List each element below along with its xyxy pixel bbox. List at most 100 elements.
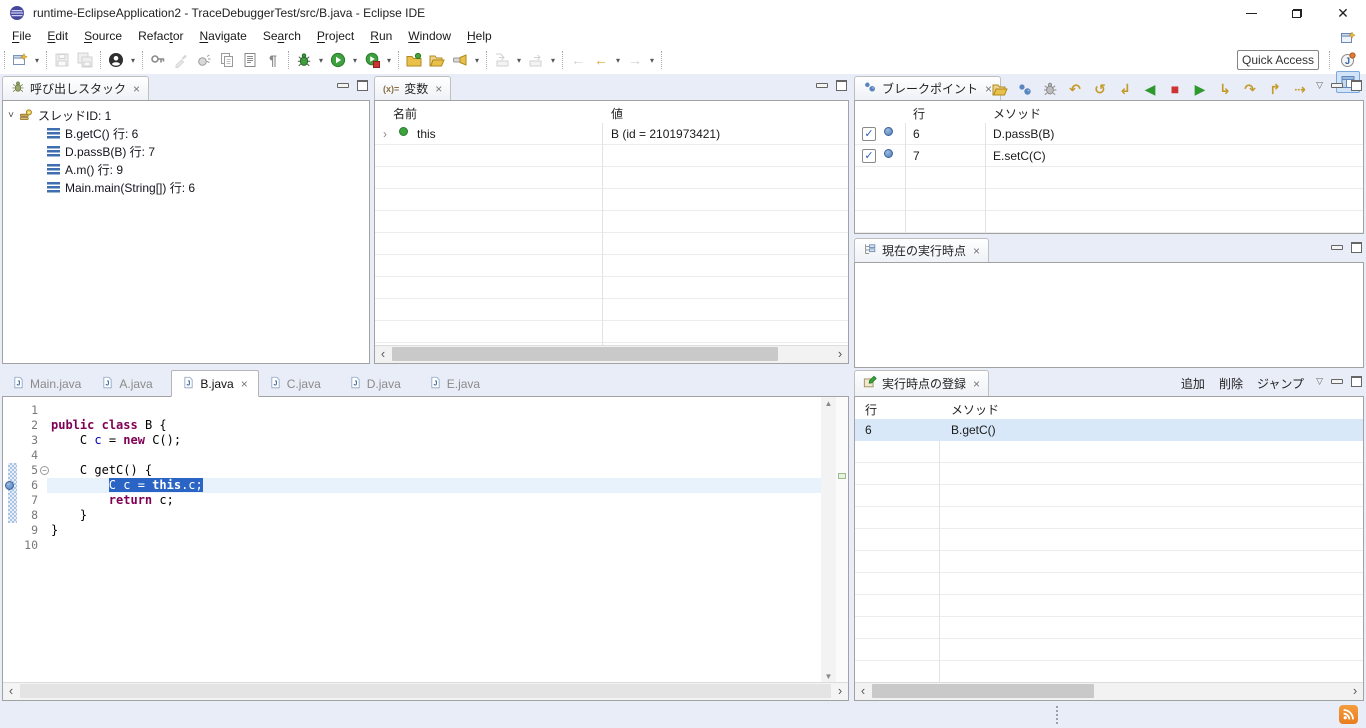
column-line[interactable]: 行	[865, 401, 877, 418]
column-method[interactable]: メソッド	[951, 401, 999, 418]
brush-icon[interactable]	[170, 49, 192, 71]
dropdown-icon[interactable]: ▾	[548, 49, 558, 71]
view-menu-icon[interactable]: ▽	[1316, 81, 1323, 90]
exec-point-row[interactable]: 6B.getC()	[855, 419, 1363, 441]
close-button[interactable]: ✕	[1320, 0, 1366, 26]
breakpoint-checkbox[interactable]: ✓	[862, 149, 876, 163]
step-return-icon[interactable]: ↱	[1265, 78, 1285, 100]
tree-expander-icon[interactable]: ›	[383, 127, 387, 141]
debug-icon[interactable]	[293, 49, 315, 71]
scroll-left-icon[interactable]: ‹	[3, 683, 19, 699]
open-perspective-icon[interactable]	[1336, 27, 1360, 49]
close-icon[interactable]: ×	[973, 244, 980, 258]
scroll-right-icon[interactable]: ›	[832, 346, 848, 362]
dropdown-icon[interactable]: ▾	[32, 49, 42, 71]
breakpoints-tab[interactable]: ブレークポイント ×	[854, 76, 1001, 100]
breakpoint-dot-icon[interactable]	[5, 481, 14, 490]
fold-collapse-icon[interactable]: −	[40, 466, 49, 475]
chevron-down-icon[interactable]: ˅	[3, 110, 19, 121]
scrollbar-thumb[interactable]	[872, 684, 1094, 698]
stack-frame[interactable]: B.getC() 行: 6	[3, 124, 369, 142]
jump-button[interactable]: ジャンプ	[1257, 375, 1304, 392]
maximize-view-icon[interactable]	[1351, 242, 1362, 253]
step-over-icon[interactable]: ↷	[1240, 78, 1260, 100]
overview-ruler[interactable]	[836, 397, 848, 683]
minimize-view-icon[interactable]	[1331, 83, 1343, 88]
editor-tab-main.java[interactable]: JMain.java	[2, 371, 91, 396]
key-icon[interactable]	[147, 49, 169, 71]
editor-tab-a.java[interactable]: JA.java	[91, 371, 171, 396]
maximize-view-icon[interactable]	[1351, 80, 1362, 91]
scroll-down-icon[interactable]: ▼	[821, 672, 836, 681]
scrollbar-thumb[interactable]	[392, 347, 778, 361]
step-back-into-icon[interactable]: ↶	[1065, 78, 1085, 100]
menu-item-help[interactable]: Help	[459, 27, 500, 45]
scroll-left-icon[interactable]: ‹	[855, 683, 871, 699]
minimize-button[interactable]	[1228, 0, 1274, 26]
report-icon[interactable]	[239, 49, 261, 71]
quick-access-box[interactable]: Quick Access	[1237, 50, 1319, 70]
back-gray-icon[interactable]: ←	[567, 49, 589, 71]
scroll-right-icon[interactable]: ›	[1347, 683, 1363, 699]
editor-tab-d.java[interactable]: JD.java	[339, 371, 419, 396]
dropdown-icon[interactable]: ▾	[613, 49, 623, 71]
column-line[interactable]: 行	[913, 105, 925, 122]
table-row[interactable]: ›thisB (id = 2101973421)	[375, 123, 848, 145]
stack-frame[interactable]: Main.main(String[]) 行: 6	[3, 178, 369, 196]
menu-item-run[interactable]: Run	[362, 27, 400, 45]
link-dots-icon[interactable]	[1015, 78, 1035, 100]
scroll-up-icon[interactable]: ▲	[821, 399, 836, 408]
column-value[interactable]: 値	[611, 105, 623, 122]
dropdown-icon[interactable]: ▾	[384, 49, 394, 71]
dropdown-icon[interactable]: ▾	[350, 49, 360, 71]
rss-icon[interactable]	[1339, 705, 1358, 724]
step-back-over-icon[interactable]: ↺	[1090, 78, 1110, 100]
step-back-return-icon[interactable]: ↲	[1115, 78, 1135, 100]
variables-hscrollbar[interactable]: ‹ ›	[375, 345, 848, 363]
close-icon[interactable]: ×	[241, 377, 248, 391]
close-icon[interactable]: ×	[973, 377, 980, 391]
menu-item-edit[interactable]: Edit	[39, 27, 76, 45]
open-folder-icon[interactable]	[990, 78, 1010, 100]
open-folder-icon[interactable]	[426, 49, 448, 71]
dropdown-icon[interactable]: ▾	[514, 49, 524, 71]
breakpoint-row[interactable]: ✓7E.setC(C)	[855, 145, 1363, 167]
step-into-icon[interactable]: ↳	[1215, 78, 1235, 100]
current-exec-tab[interactable]: 現在の実行時点 ×	[854, 238, 989, 262]
editor-tab-e.java[interactable]: JE.java	[419, 371, 499, 396]
scroll-left-icon[interactable]: ‹	[375, 346, 391, 362]
stack-frame[interactable]: A.m() 行: 9	[3, 160, 369, 178]
add-button[interactable]: 追加	[1181, 375, 1205, 392]
editor-tab-c.java[interactable]: JC.java	[259, 371, 339, 396]
exec-points-hscrollbar[interactable]: ‹ ›	[855, 682, 1363, 700]
java-perspective-icon[interactable]: J	[1336, 49, 1360, 71]
new-wizard-icon[interactable]	[9, 49, 31, 71]
pilcrow-icon[interactable]: ¶	[262, 49, 284, 71]
run-last-icon[interactable]	[361, 49, 383, 71]
restore-button[interactable]	[1274, 0, 1320, 26]
menu-item-source[interactable]: Source	[76, 27, 130, 45]
forward-icon[interactable]: →	[624, 49, 646, 71]
sash-handle[interactable]	[1056, 706, 1058, 724]
view-menu-icon[interactable]: ▽	[1316, 377, 1323, 386]
editor-vscrollbar[interactable]: ▲ ▼	[821, 397, 836, 683]
bug-gray-icon[interactable]	[1040, 78, 1060, 100]
breakpoint-ruler[interactable]	[3, 397, 17, 683]
dropdown-icon[interactable]: ▾	[647, 49, 657, 71]
minimize-view-icon[interactable]	[816, 83, 828, 88]
editor-tab-b.java[interactable]: JB.java×	[171, 370, 258, 397]
column-method[interactable]: メソッド	[993, 105, 1041, 122]
stack-frame[interactable]: D.passB(B) 行: 7	[3, 142, 369, 160]
variables-tab[interactable]: (x)= 変数 ×	[374, 76, 451, 100]
new-folder-icon[interactable]	[403, 49, 425, 71]
exec-points-tab[interactable]: 実行時点の登録 ×	[854, 370, 989, 396]
maximize-view-icon[interactable]	[357, 80, 368, 91]
code-area[interactable]: public class B { C c = new C(); C getC()…	[51, 397, 821, 683]
breakpoint-checkbox[interactable]: ✓	[862, 127, 876, 141]
close-icon[interactable]: ×	[435, 82, 442, 96]
resume-icon[interactable]: ▶	[1190, 78, 1210, 100]
dropdown-icon[interactable]: ▾	[316, 49, 326, 71]
close-icon[interactable]: ×	[133, 82, 140, 96]
maximize-view-icon[interactable]	[836, 80, 847, 91]
run-icon[interactable]	[327, 49, 349, 71]
